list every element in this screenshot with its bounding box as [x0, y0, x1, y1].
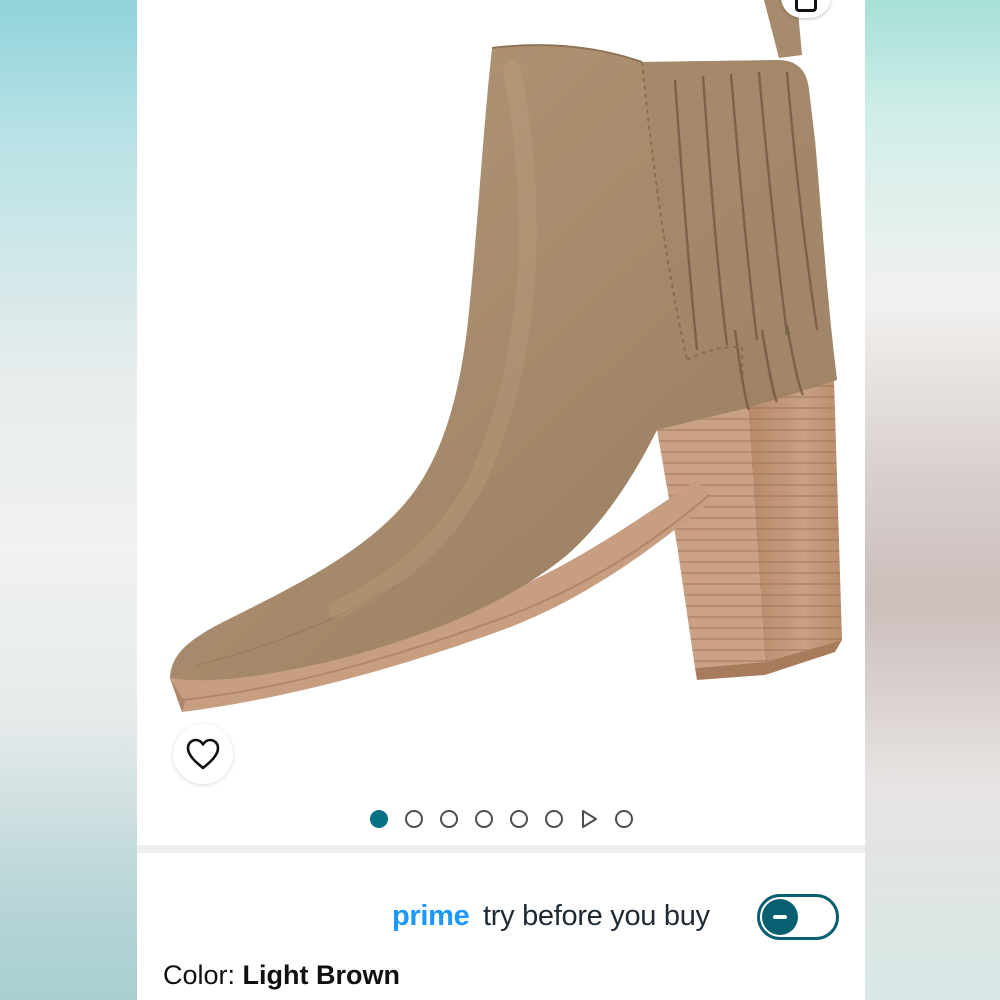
wishlist-button[interactable]	[173, 724, 233, 784]
selected-color: Color: Light Brown	[163, 960, 400, 991]
image-pagination	[137, 793, 865, 845]
minus-icon	[773, 915, 787, 919]
pagination-dot-1[interactable]	[369, 810, 388, 828]
pagination-dot-5[interactable]	[509, 810, 528, 828]
toggle-knob	[762, 899, 798, 935]
share-icon	[795, 0, 817, 12]
pagination-dot-8[interactable]	[614, 810, 633, 828]
color-label: Color:	[163, 960, 243, 990]
color-value: Light Brown	[242, 960, 400, 990]
pagination-dot-4[interactable]	[474, 810, 493, 828]
pagination-video-dot[interactable]	[580, 810, 598, 828]
blurred-background-right	[865, 0, 1000, 1000]
prime-tagline: try before you buy	[483, 900, 710, 932]
heart-icon	[186, 738, 220, 770]
product-image-gallery[interactable]	[137, 0, 865, 793]
product-image	[170, 0, 842, 712]
play-icon	[581, 810, 597, 828]
prime-logo-text: prime	[392, 900, 470, 932]
section-divider	[137, 845, 865, 853]
pagination-dot-6[interactable]	[544, 810, 563, 828]
try-before-you-buy-toggle[interactable]	[757, 894, 839, 940]
blurred-background-left	[0, 0, 137, 1000]
pagination-dots	[369, 810, 633, 828]
pagination-dot-3[interactable]	[439, 810, 458, 828]
prime-try-before-you-buy: prime try before you buy	[137, 886, 865, 946]
product-page: prime try before you buy Color: Light Br…	[137, 0, 865, 1000]
pagination-dot-2[interactable]	[404, 810, 423, 828]
